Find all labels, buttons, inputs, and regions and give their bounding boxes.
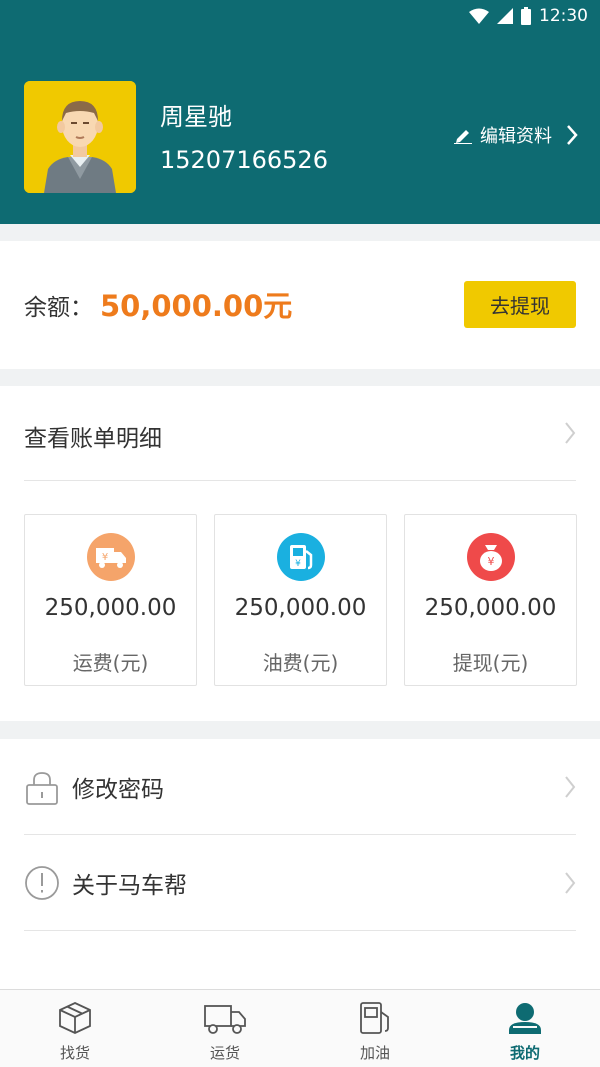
user-icon: [509, 1003, 541, 1034]
user-phone: 15207166526: [160, 146, 328, 174]
chevron-right-icon: [567, 125, 578, 145]
status-icons: 12:30: [469, 6, 588, 26]
bill-details-label: 查看账单明细: [24, 426, 162, 452]
fuel-stat-card[interactable]: ¥ 250,000.00 油费(元): [214, 514, 387, 686]
svg-text:¥: ¥: [101, 552, 107, 563]
profile-header: 周星驰 15207166526 编辑资料: [0, 34, 600, 224]
avatar[interactable]: [24, 81, 136, 193]
balance-amount: 50,000.00元: [100, 289, 293, 323]
user-name: 周星驰: [160, 103, 232, 131]
signal-icon: [497, 8, 513, 24]
tab-ship-cargo[interactable]: 运货: [150, 990, 300, 1067]
freight-amount: 250,000.00: [44, 595, 177, 621]
bills-card: 查看账单明细 ¥ 250,000.00 运费(元) ¥ 250,000.00 油…: [0, 386, 600, 721]
box-icon: [59, 1002, 91, 1034]
edit-profile-label: 编辑资料: [480, 126, 552, 147]
fuel-pump-icon: ¥: [276, 533, 325, 581]
menu-item-about[interactable]: 关于马车帮: [24, 835, 576, 931]
withdraw-button[interactable]: 去提现: [464, 281, 576, 328]
pencil-icon: [454, 130, 472, 144]
view-bill-details-row[interactable]: 查看账单明细: [24, 386, 576, 481]
tab-label-ship-cargo: 运货: [209, 1044, 240, 1062]
lock-icon: [26, 771, 58, 805]
menu-label-change-password: 修改密码: [72, 776, 164, 803]
tab-mine[interactable]: 我的: [450, 990, 600, 1067]
menu-item-change-password[interactable]: 修改密码: [24, 739, 576, 835]
money-bag-icon: ¥: [466, 533, 515, 581]
withdrawal-stat-card[interactable]: ¥ 250,000.00 提现(元): [404, 514, 577, 686]
chevron-right-icon: [565, 775, 576, 798]
status-time: 12:30: [539, 6, 588, 26]
tab-label-refuel: 加油: [359, 1044, 390, 1062]
freight-truck-icon: ¥: [86, 533, 135, 581]
svg-text:¥: ¥: [487, 555, 494, 568]
fuel-amount: 250,000.00: [234, 595, 367, 621]
avatar-illustration: [24, 81, 136, 193]
balance-card: 余额： 50,000.00元 去提现: [0, 241, 600, 369]
menu-label-about: 关于马车帮: [72, 872, 187, 899]
withdrawal-label: 提现(元): [452, 651, 529, 675]
svg-text:¥: ¥: [295, 559, 301, 569]
tab-label-mine: 我的: [509, 1044, 540, 1062]
gas-station-icon: [360, 1002, 389, 1034]
withdrawal-amount: 250,000.00: [424, 595, 557, 621]
fuel-label: 油费(元): [262, 651, 339, 675]
status-bar: 12:30: [0, 0, 600, 34]
tab-find-cargo[interactable]: 找货: [0, 990, 150, 1067]
balance-label: 余额：: [24, 295, 93, 321]
tab-label-find-cargo: 找货: [59, 1044, 90, 1062]
chevron-right-icon: [565, 422, 576, 444]
info-icon: [25, 865, 59, 900]
truck-icon: [204, 1005, 246, 1034]
settings-menu: 修改密码 关于马车帮: [0, 739, 600, 989]
freight-label: 运费(元): [72, 651, 149, 675]
chevron-right-icon: [565, 871, 576, 894]
edit-profile-link[interactable]: 编辑资料: [454, 122, 578, 148]
freight-stat-card[interactable]: ¥ 250,000.00 运费(元): [24, 514, 197, 686]
wifi-icon: [469, 8, 489, 24]
bottom-tab-bar: 找货 运货 加油 我的: [0, 989, 600, 1067]
battery-icon: [521, 7, 531, 25]
tab-refuel[interactable]: 加油: [300, 990, 450, 1067]
